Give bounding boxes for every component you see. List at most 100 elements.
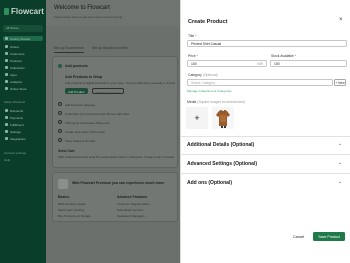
sidebar-item-fulfillment[interactable]: Fulfillment: [3, 122, 43, 127]
step-customize: Customize your storefront and themes wit…: [65, 112, 130, 116]
product-image-thumbnail[interactable]: [212, 107, 234, 129]
new-category-button[interactable]: + New: [334, 79, 346, 86]
create-product-drawer: Create Product × Title * Printed Shirt C…: [180, 0, 350, 263]
save-product-button[interactable]: Save Product: [313, 232, 345, 241]
chevron-down-icon[interactable]: ⌄: [338, 160, 342, 166]
check-icon[interactable]: [58, 120, 62, 124]
orders-icon: [5, 45, 8, 48]
promo-item: Dedicated Managers: [117, 214, 145, 218]
add-from-sources-button[interactable]: Add from Sources: [92, 88, 125, 95]
currency-suffix: INR: [257, 61, 263, 66]
divider: [180, 136, 350, 137]
drawer-title: Create Product: [188, 19, 228, 25]
sidebar-item-payments[interactable]: Payments: [3, 115, 43, 120]
step-description: Add physical or digital products to your…: [65, 81, 175, 85]
price-input-value: 100: [191, 61, 197, 66]
setup-tabs: Set up Ecommerce Set up Social Accounts: [54, 46, 136, 53]
category-select[interactable]: Select Category: [187, 79, 333, 86]
sidebar-item-customers[interactable]: Customers: [3, 51, 43, 56]
brand-name: Flowcart: [11, 6, 44, 16]
sidebar-account-settings[interactable]: Account settings: [4, 151, 26, 155]
payments-icon: [5, 116, 8, 119]
logo-icon: [4, 7, 9, 15]
check-icon[interactable]: [58, 64, 62, 68]
title-label-text: Title: [188, 34, 195, 38]
price-label-text: Price: [188, 54, 196, 58]
promo-item: Scheduled Services: [117, 208, 144, 212]
media-label-text: Media: [187, 100, 197, 104]
rocket-icon: [5, 37, 8, 40]
sidebar-item-integrations[interactable]: Integrations: [3, 136, 43, 141]
sidebar-item-getting-started[interactable]: Getting Started: [3, 36, 43, 41]
category-label: Category (Optional): [188, 73, 218, 77]
price-label: Price *: [188, 54, 199, 58]
additional-details-section[interactable]: Additional Details (Optional): [187, 142, 254, 148]
sidebar-item-collections[interactable]: Collections: [3, 65, 43, 70]
tab-social[interactable]: Set up Social Accounts: [92, 46, 128, 53]
apps-icon: [5, 73, 8, 76]
welcome-subtitle: Follow these steps to get your store up …: [54, 15, 123, 19]
step-title: Add Products to Shop: [65, 75, 102, 79]
step-shipments: Shipments & Activated Stripe test: [65, 121, 110, 125]
step-domain: Store linked to Domain: [65, 139, 96, 143]
title-input[interactable]: Printed Shirt Casual: [187, 40, 347, 47]
customers-icon: [5, 52, 8, 55]
sidebar-item-analytics[interactable]: Analytics: [3, 79, 43, 84]
chevron-down-icon[interactable]: ⌄: [338, 179, 342, 185]
promo-item: Multi Currency Sales: [58, 202, 86, 206]
manage-categories-link[interactable]: Manage Collections & Categories: [187, 89, 232, 93]
sidebar-item-discounts[interactable]: Discounts: [3, 108, 43, 113]
stock-label-text: Stock Available: [271, 54, 294, 58]
check-icon[interactable]: [58, 129, 62, 133]
sidebar-item-apps[interactable]: Apps: [3, 72, 43, 77]
stock-input[interactable]: 100: [270, 60, 347, 67]
welcome-title: Welcome to Flowcart: [54, 5, 110, 11]
send-cart-title: Send Cart: [58, 149, 75, 153]
check-icon[interactable]: [58, 102, 62, 106]
divider: [180, 173, 350, 174]
brand-logo[interactable]: Flowcart: [4, 4, 44, 18]
title-label: Title *: [188, 34, 197, 38]
advanced-settings-section[interactable]: Advanced Settings (Optional): [187, 161, 257, 167]
category-placeholder: Select Category: [191, 80, 216, 85]
gear-icon: [5, 130, 8, 133]
promo-title: With Flowcart Premium you can experience…: [72, 181, 165, 185]
stock-label: Stock Available *: [271, 54, 297, 58]
category-label-text: Category: [188, 73, 202, 77]
add-media-button[interactable]: +: [186, 107, 208, 129]
sidebar-item-online-store[interactable]: Online Store: [3, 86, 43, 91]
price-input[interactable]: 100 INR: [187, 60, 267, 67]
divider: [180, 154, 350, 155]
chevron-down-icon[interactable]: ⌄: [338, 141, 342, 147]
media-label: Media (Square images recommended): [187, 100, 245, 104]
collections-icon: [5, 66, 8, 69]
send-cart-description: With Customised carts send Pre-customise…: [58, 155, 174, 159]
store-icon: [5, 87, 8, 90]
discount-icon: [5, 109, 8, 112]
sidebar-item-products[interactable]: Products: [3, 58, 43, 63]
step-add-products: Add products: [65, 64, 88, 68]
add-ons-section[interactable]: Add ons (Optional): [187, 180, 232, 186]
sidebar-section-label: Sales Channels: [4, 100, 26, 104]
cancel-button[interactable]: Cancel: [293, 233, 304, 241]
tab-ecommerce[interactable]: Set up Ecommerce: [54, 46, 84, 53]
check-icon[interactable]: [58, 111, 62, 115]
sidebar-item-orders[interactable]: Orders: [3, 44, 43, 49]
step-payment: Add Payment gateway: [65, 103, 96, 107]
sidebar-item-settings[interactable]: Settings: [3, 129, 43, 134]
fulfillment-icon: [5, 123, 8, 126]
analytics-icon: [5, 80, 8, 83]
sidebar-help[interactable]: Help: [4, 158, 10, 162]
promo-item: Sales team tracking: [58, 208, 85, 212]
shirt-image: [216, 109, 230, 128]
store-selector[interactable]: All Stores: [3, 25, 43, 32]
plus-icon: +: [194, 113, 200, 123]
stock-input-value: 100: [274, 61, 280, 66]
promo-item: Buy Products on Google: [58, 214, 91, 218]
close-icon[interactable]: ×: [339, 17, 343, 23]
check-icon[interactable]: [58, 138, 62, 142]
setup-card: Add products Add Products to Shop Add ph…: [52, 56, 178, 168]
promo-basics-title: Basics: [58, 195, 70, 199]
add-product-button[interactable]: Add Product: [65, 88, 88, 94]
media-hint: (Square images recommended): [197, 100, 245, 104]
